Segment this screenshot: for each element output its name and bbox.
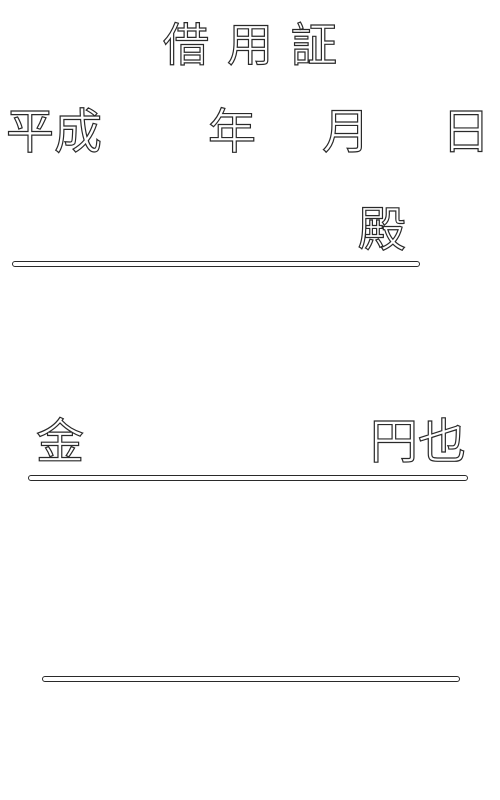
loan-certificate-page: 借用証 平成 年 月 日 殿 金 円也 — [0, 0, 500, 800]
amount-suffix: 円也 — [369, 414, 467, 470]
date-year-label: 年 — [207, 104, 257, 160]
amount-line — [28, 475, 468, 481]
date-day-label: 日 — [441, 104, 491, 160]
bottom-line — [42, 676, 460, 682]
date-month-label: 月 — [321, 104, 371, 160]
document-title: 借用証 — [162, 18, 355, 72]
addressee-suffix: 殿 — [357, 202, 407, 258]
amount-prefix: 金 — [35, 414, 85, 470]
addressee-line — [12, 261, 420, 267]
date-era-label: 平成 — [5, 104, 103, 160]
